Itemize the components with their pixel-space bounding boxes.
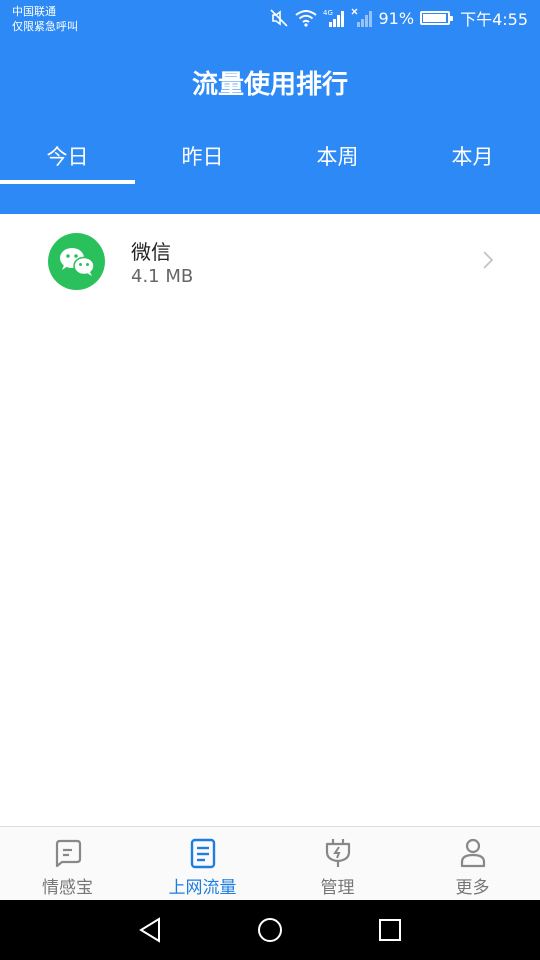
carrier-name: 中国联通 — [12, 5, 56, 18]
nav-label: 上网流量 — [168, 878, 237, 898]
nav-item-data-usage[interactable]: 上网流量 — [135, 827, 270, 900]
usage-list: 微信 4.1 MB — [0, 214, 540, 308]
mute-icon — [269, 8, 289, 28]
tab-this-month[interactable]: 本月 — [405, 134, 540, 184]
tab-this-week[interactable]: 本周 — [270, 134, 405, 184]
app-usage: 4.1 MB — [131, 266, 194, 287]
nav-item-emotion[interactable]: 情感宝 — [0, 827, 135, 900]
tab-label: 昨日 — [181, 145, 224, 169]
list-item[interactable]: 微信 4.1 MB — [0, 214, 540, 308]
home-icon[interactable] — [255, 915, 285, 945]
tab-yesterday[interactable]: 昨日 — [135, 134, 270, 184]
clock: 下午4:55 — [460, 10, 528, 29]
period-tabs: 今日 昨日 本周 本月 — [0, 134, 540, 184]
bottom-nav: 情感宝 上网流量 管理 更多 — [0, 826, 540, 900]
carrier-info: 中国联通 仅限紧急呼叫 — [12, 4, 78, 34]
header: 中国联通 仅限紧急呼叫 4G 91% 下午4:55 流量使用排行 今日 昨日 本… — [0, 0, 540, 214]
tab-today[interactable]: 今日 — [0, 134, 135, 184]
status-icons: 4G 91% 下午4:55 — [269, 6, 528, 30]
app-name: 微信 — [131, 240, 171, 264]
system-nav-bar — [0, 900, 540, 960]
battery-percent: 91% — [378, 8, 415, 28]
wifi-icon — [294, 9, 317, 27]
battery-icon — [420, 11, 454, 25]
chevron-right-icon — [482, 250, 494, 274]
recents-icon[interactable] — [375, 915, 405, 945]
back-icon[interactable] — [135, 915, 165, 945]
page-title: 流量使用排行 — [191, 70, 348, 100]
status-bar: 中国联通 仅限紧急呼叫 4G 91% 下午4:55 — [0, 0, 540, 38]
document-icon — [187, 837, 219, 869]
tab-label: 本周 — [316, 145, 359, 169]
nav-label: 管理 — [320, 878, 355, 898]
nav-label: 情感宝 — [42, 878, 93, 898]
nav-item-manage[interactable]: 管理 — [270, 827, 405, 900]
tab-label: 本月 — [451, 145, 494, 169]
signal-no-sim-icon — [351, 8, 373, 28]
tab-label: 今日 — [46, 145, 89, 169]
emergency-calls-only: 仅限紧急呼叫 — [12, 20, 78, 33]
nav-label: 更多 — [455, 878, 490, 898]
chat-bubble-icon — [52, 837, 84, 869]
plug-icon — [322, 837, 354, 869]
person-icon — [457, 837, 489, 869]
wechat-icon — [48, 233, 105, 290]
nav-item-more[interactable]: 更多 — [405, 827, 540, 900]
network-type-label: 4G — [323, 9, 333, 17]
signal-4g-icon: 4G — [323, 8, 345, 28]
